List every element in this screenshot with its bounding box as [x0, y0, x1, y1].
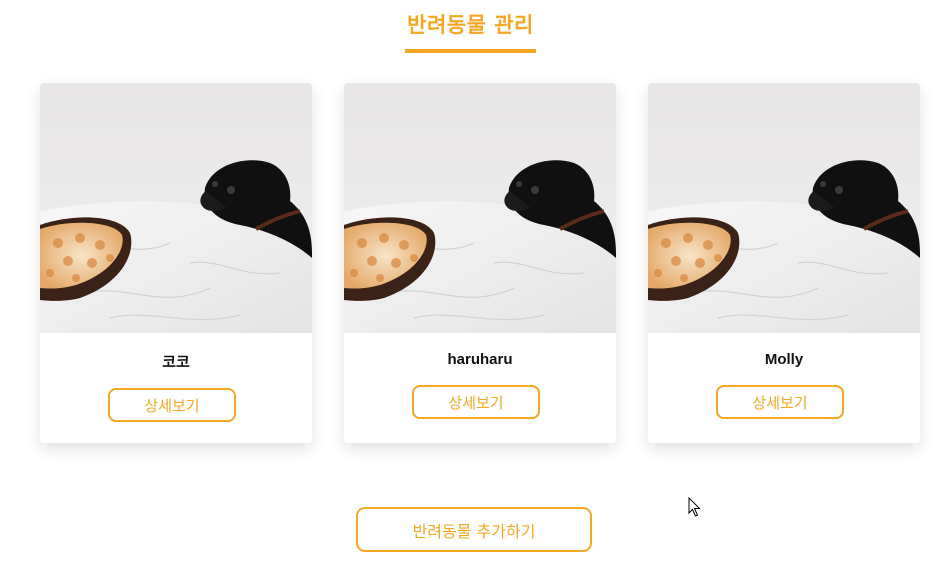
detail-button[interactable]: 상세보기	[108, 388, 236, 422]
pet-card: haruharu 상세보기	[344, 83, 616, 443]
pet-card: Molly 상세보기	[648, 83, 920, 443]
detail-button[interactable]: 상세보기	[716, 385, 844, 419]
pet-card: 코코 상세보기	[40, 83, 312, 443]
pet-photo	[40, 83, 312, 333]
add-pet-button[interactable]: 반려동물 추가하기	[356, 507, 592, 552]
pet-photo	[648, 83, 920, 333]
arrow-cursor-icon	[688, 497, 701, 517]
pet-name: haruharu	[447, 351, 513, 368]
detail-button[interactable]: 상세보기	[412, 385, 540, 419]
pet-photo	[344, 83, 616, 333]
pet-name: Molly	[764, 351, 804, 368]
page-title: 반려동물 관리	[405, 9, 536, 53]
pet-name: 코코	[162, 354, 190, 371]
page-header: 반려동물 관리	[0, 0, 941, 53]
